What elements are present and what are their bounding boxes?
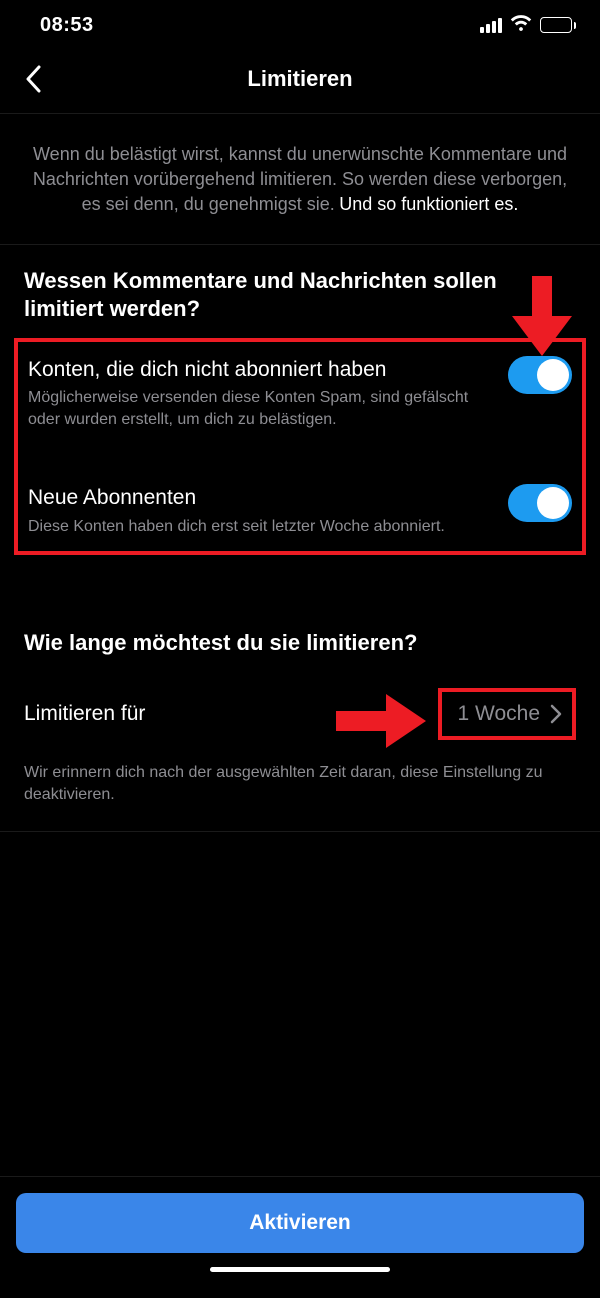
- status-time: 08:53: [40, 14, 94, 37]
- toggle-new-followers-desc: Diese Konten haben dich erst seit letzte…: [28, 516, 488, 538]
- toggle-new-followers: Neue Abonnenten Diese Konten haben dich …: [26, 478, 574, 537]
- wifi-icon: [510, 15, 532, 36]
- activate-button[interactable]: Aktivieren: [16, 1193, 584, 1253]
- battery-icon: [540, 17, 576, 33]
- status-bar: 08:53: [0, 0, 600, 44]
- toggle-new-followers-switch[interactable]: [508, 484, 572, 522]
- back-button[interactable]: [18, 64, 48, 94]
- toggle-new-followers-title: Neue Abonnenten: [28, 484, 488, 511]
- home-indicator[interactable]: [210, 1267, 390, 1272]
- intro-section: Wenn du belästigt wirst, kannst du unerw…: [0, 114, 600, 245]
- activate-bar: Aktivieren: [0, 1176, 600, 1298]
- toggle-non-followers: Konten, die dich nicht abonniert haben M…: [26, 350, 574, 430]
- cellular-icon: [480, 18, 502, 33]
- intro-link[interactable]: Und so funktioniert es.: [339, 194, 518, 214]
- nav-header: Limitieren: [0, 44, 600, 114]
- section1-heading: Wessen Kommentare und Nachrichten sollen…: [0, 245, 600, 338]
- limit-duration-label: Limitieren für: [24, 702, 145, 726]
- chevron-left-icon: [25, 65, 41, 93]
- limit-who-group: Konten, die dich nicht abonniert haben M…: [14, 338, 586, 555]
- annotation-arrow-down-icon: [512, 276, 572, 356]
- status-icons: [480, 15, 576, 36]
- toggle-non-followers-title: Konten, die dich nicht abonniert haben: [28, 356, 488, 383]
- limit-duration-select[interactable]: 1 Woche: [438, 688, 577, 740]
- limit-duration-value: 1 Woche: [458, 702, 541, 726]
- chevron-right-icon: [550, 704, 562, 724]
- limit-duration-row: Limitieren für 1 Woche: [14, 672, 586, 756]
- section2-heading: Wie lange möchtest du sie limitieren?: [0, 607, 600, 672]
- limit-reminder-text: Wir erinnern dich nach der ausgewählten …: [0, 756, 600, 832]
- toggle-non-followers-switch[interactable]: [508, 356, 572, 394]
- annotation-arrow-right-icon: [336, 694, 426, 748]
- toggle-non-followers-desc: Möglicherweise versenden diese Konten Sp…: [28, 387, 488, 430]
- page-title: Limitieren: [247, 66, 352, 92]
